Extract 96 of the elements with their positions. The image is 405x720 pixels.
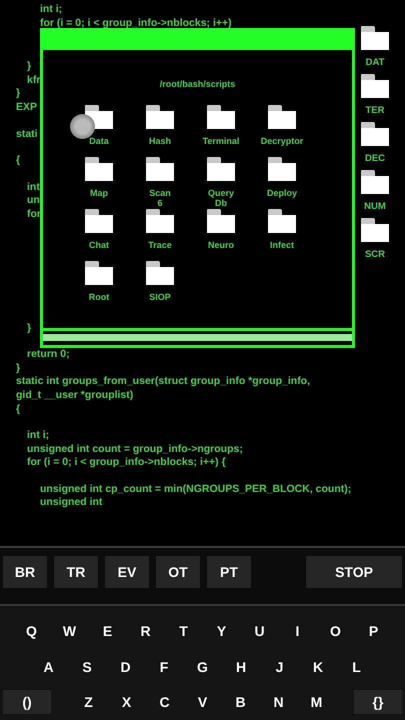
code-line: static int groups_from_user(struct group_info *group_info, xyxy=(16,375,310,389)
command-button[interactable]: PT xyxy=(207,556,251,588)
key[interactable]: L xyxy=(337,652,376,681)
command-button[interactable]: OT xyxy=(156,556,200,588)
key[interactable]: {} xyxy=(354,690,402,714)
folder-label[interactable]: Infect xyxy=(270,240,294,250)
folder-icon xyxy=(85,157,113,181)
key[interactable]: S xyxy=(68,652,106,681)
code-line: } xyxy=(27,322,32,336)
folder-icon xyxy=(207,157,235,181)
code-line: int i; xyxy=(40,3,62,17)
code-line: for xyxy=(27,208,41,222)
code-line: } xyxy=(27,60,32,74)
folder-label[interactable]: NUM xyxy=(364,200,386,214)
code-line: int xyxy=(27,180,40,194)
key[interactable]: G xyxy=(183,652,222,681)
folder-label[interactable]: SCR xyxy=(364,248,386,262)
folder-icon xyxy=(85,261,113,285)
key[interactable]: X xyxy=(108,688,146,716)
code-line: for (i = 0; i < group_info->nblocks; i++) xyxy=(40,16,232,30)
folder-label[interactable]: Root xyxy=(88,292,110,302)
key[interactable]: Q xyxy=(12,617,50,646)
folder-icon xyxy=(146,157,174,181)
command-button[interactable]: BR xyxy=(3,556,47,588)
key[interactable]: E xyxy=(88,617,126,646)
code-line: } xyxy=(16,362,20,376)
folder-icon xyxy=(361,26,389,50)
folder-icon xyxy=(361,218,389,242)
key[interactable]: W xyxy=(50,617,88,646)
key[interactable]: O xyxy=(316,617,354,646)
key[interactable]: D xyxy=(106,652,145,681)
key[interactable]: () xyxy=(3,690,51,714)
key[interactable]: I xyxy=(278,617,316,646)
folder-icon xyxy=(268,157,296,181)
folder-icon xyxy=(361,74,389,98)
folder-label[interactable]: Deploy xyxy=(266,188,297,198)
folder-icon xyxy=(146,209,174,233)
key[interactable]: U xyxy=(240,617,278,646)
code-line: return 0; xyxy=(27,348,70,362)
command-button[interactable]: EV xyxy=(105,556,149,588)
stop-button[interactable]: STOP xyxy=(306,556,402,588)
key[interactable]: R xyxy=(126,617,164,646)
key[interactable]: Y xyxy=(202,617,240,646)
folder-label[interactable]: Hash xyxy=(148,136,171,146)
folder-icon xyxy=(85,105,113,129)
folder-icon xyxy=(85,209,113,233)
folder-label[interactable]: TER xyxy=(366,104,384,118)
folder-icon xyxy=(268,105,296,129)
folder-label[interactable]: Terminal xyxy=(202,136,240,146)
key[interactable]: F xyxy=(144,652,184,681)
key[interactable]: V xyxy=(184,688,222,716)
folder-label[interactable]: Data xyxy=(89,136,109,146)
key[interactable]: M xyxy=(298,688,336,716)
folder-icon xyxy=(146,261,174,285)
code-line: unsigned int cp_count = min(NGROUPS_PER_BLOCK, count); xyxy=(40,482,352,496)
key[interactable]: Z xyxy=(70,688,108,716)
folder-label[interactable]: Decryptor xyxy=(260,136,304,146)
key[interactable]: J xyxy=(260,652,299,681)
folder-label[interactable]: Query Db xyxy=(208,188,234,208)
folder-label[interactable]: Map xyxy=(90,188,108,198)
code-line: { xyxy=(16,154,20,168)
key[interactable]: K xyxy=(298,652,338,681)
code-line: un xyxy=(27,194,40,208)
key[interactable]: P xyxy=(354,617,392,646)
command-button[interactable]: TR xyxy=(54,556,98,588)
key[interactable]: T xyxy=(164,617,202,646)
code-line: { xyxy=(16,402,20,416)
key[interactable]: C xyxy=(146,688,184,716)
folder-label[interactable]: Neuro xyxy=(208,240,234,250)
code-line: gid_t __user *grouplist) xyxy=(16,388,134,402)
folder-icon xyxy=(146,105,174,129)
code-line: unsigned int count = group_info->ngroups; xyxy=(27,442,243,456)
code-line: EXP xyxy=(16,100,38,115)
folder-label[interactable]: Trace xyxy=(148,240,172,250)
folder-path: /root/bash/scripts xyxy=(160,79,236,89)
folder-label[interactable]: SIOP xyxy=(149,292,171,302)
code-line: for (i = 0; i < group_info->nblocks; i++) { xyxy=(27,456,226,470)
code-line: } xyxy=(16,87,20,101)
key[interactable]: H xyxy=(222,652,260,681)
code-line: int i; xyxy=(27,429,50,443)
folder-icon xyxy=(268,209,296,233)
folder-icon xyxy=(361,122,389,146)
key[interactable]: B xyxy=(222,688,260,716)
touch-indicator xyxy=(70,114,95,139)
folder-icon xyxy=(361,170,389,194)
key[interactable]: N xyxy=(260,688,298,716)
folder-label[interactable]: DAT xyxy=(366,56,384,70)
folder-icon xyxy=(207,209,235,233)
folder-label[interactable]: Chat xyxy=(89,240,109,250)
folder-label[interactable]: Scan 6 xyxy=(149,188,171,208)
key[interactable]: A xyxy=(29,652,68,681)
folder-label[interactable]: DEC xyxy=(364,152,386,166)
code-line: unsigned int xyxy=(40,496,102,510)
code-line: kfr xyxy=(27,74,40,88)
folder-icon xyxy=(207,105,235,129)
code-line: stati xyxy=(16,128,38,142)
